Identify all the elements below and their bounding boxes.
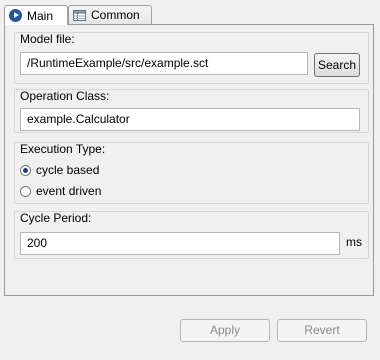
tab-main-label: Main [27,8,54,23]
radio-button-checked[interactable] [20,164,31,176]
main-tab-panel: Model file: /RuntimeExample/src/example.… [4,24,374,296]
tab-common-label: Common [91,8,140,22]
play-icon [9,9,22,22]
cycle-period-unit: ms [346,235,362,249]
radio-cycle-based[interactable]: cycle based [20,163,99,177]
table-icon [73,9,86,21]
tab-main[interactable]: Main [4,5,68,25]
execution-type-group: Execution Type: cycle based event driven [14,142,369,204]
tab-common[interactable]: Common [68,5,152,24]
model-file-group: Model file: /RuntimeExample/src/example.… [14,32,369,84]
cycle-period-title: Cycle Period: [20,211,92,225]
apply-button[interactable]: Apply [180,319,270,342]
radio-event-driven-label: event driven [36,184,102,198]
cycle-period-group: Cycle Period: 200 ms [14,211,369,259]
radio-event-driven[interactable]: event driven [20,184,101,198]
model-file-title: Model file: [20,32,75,46]
tab-bar: Main Common [4,5,376,25]
revert-button[interactable]: Revert [277,319,367,342]
operation-class-input[interactable]: example.Calculator [20,108,360,131]
search-button[interactable]: Search [314,53,360,77]
model-file-input[interactable]: /RuntimeExample/src/example.sct [20,52,308,75]
execution-type-title: Execution Type: [20,142,106,156]
radio-button-unchecked[interactable] [20,185,31,197]
operation-class-title: Operation Class: [20,89,110,103]
radio-cycle-based-label: cycle based [36,163,100,177]
cycle-period-input[interactable]: 200 [20,232,340,255]
operation-class-group: Operation Class: example.Calculator [14,89,369,133]
